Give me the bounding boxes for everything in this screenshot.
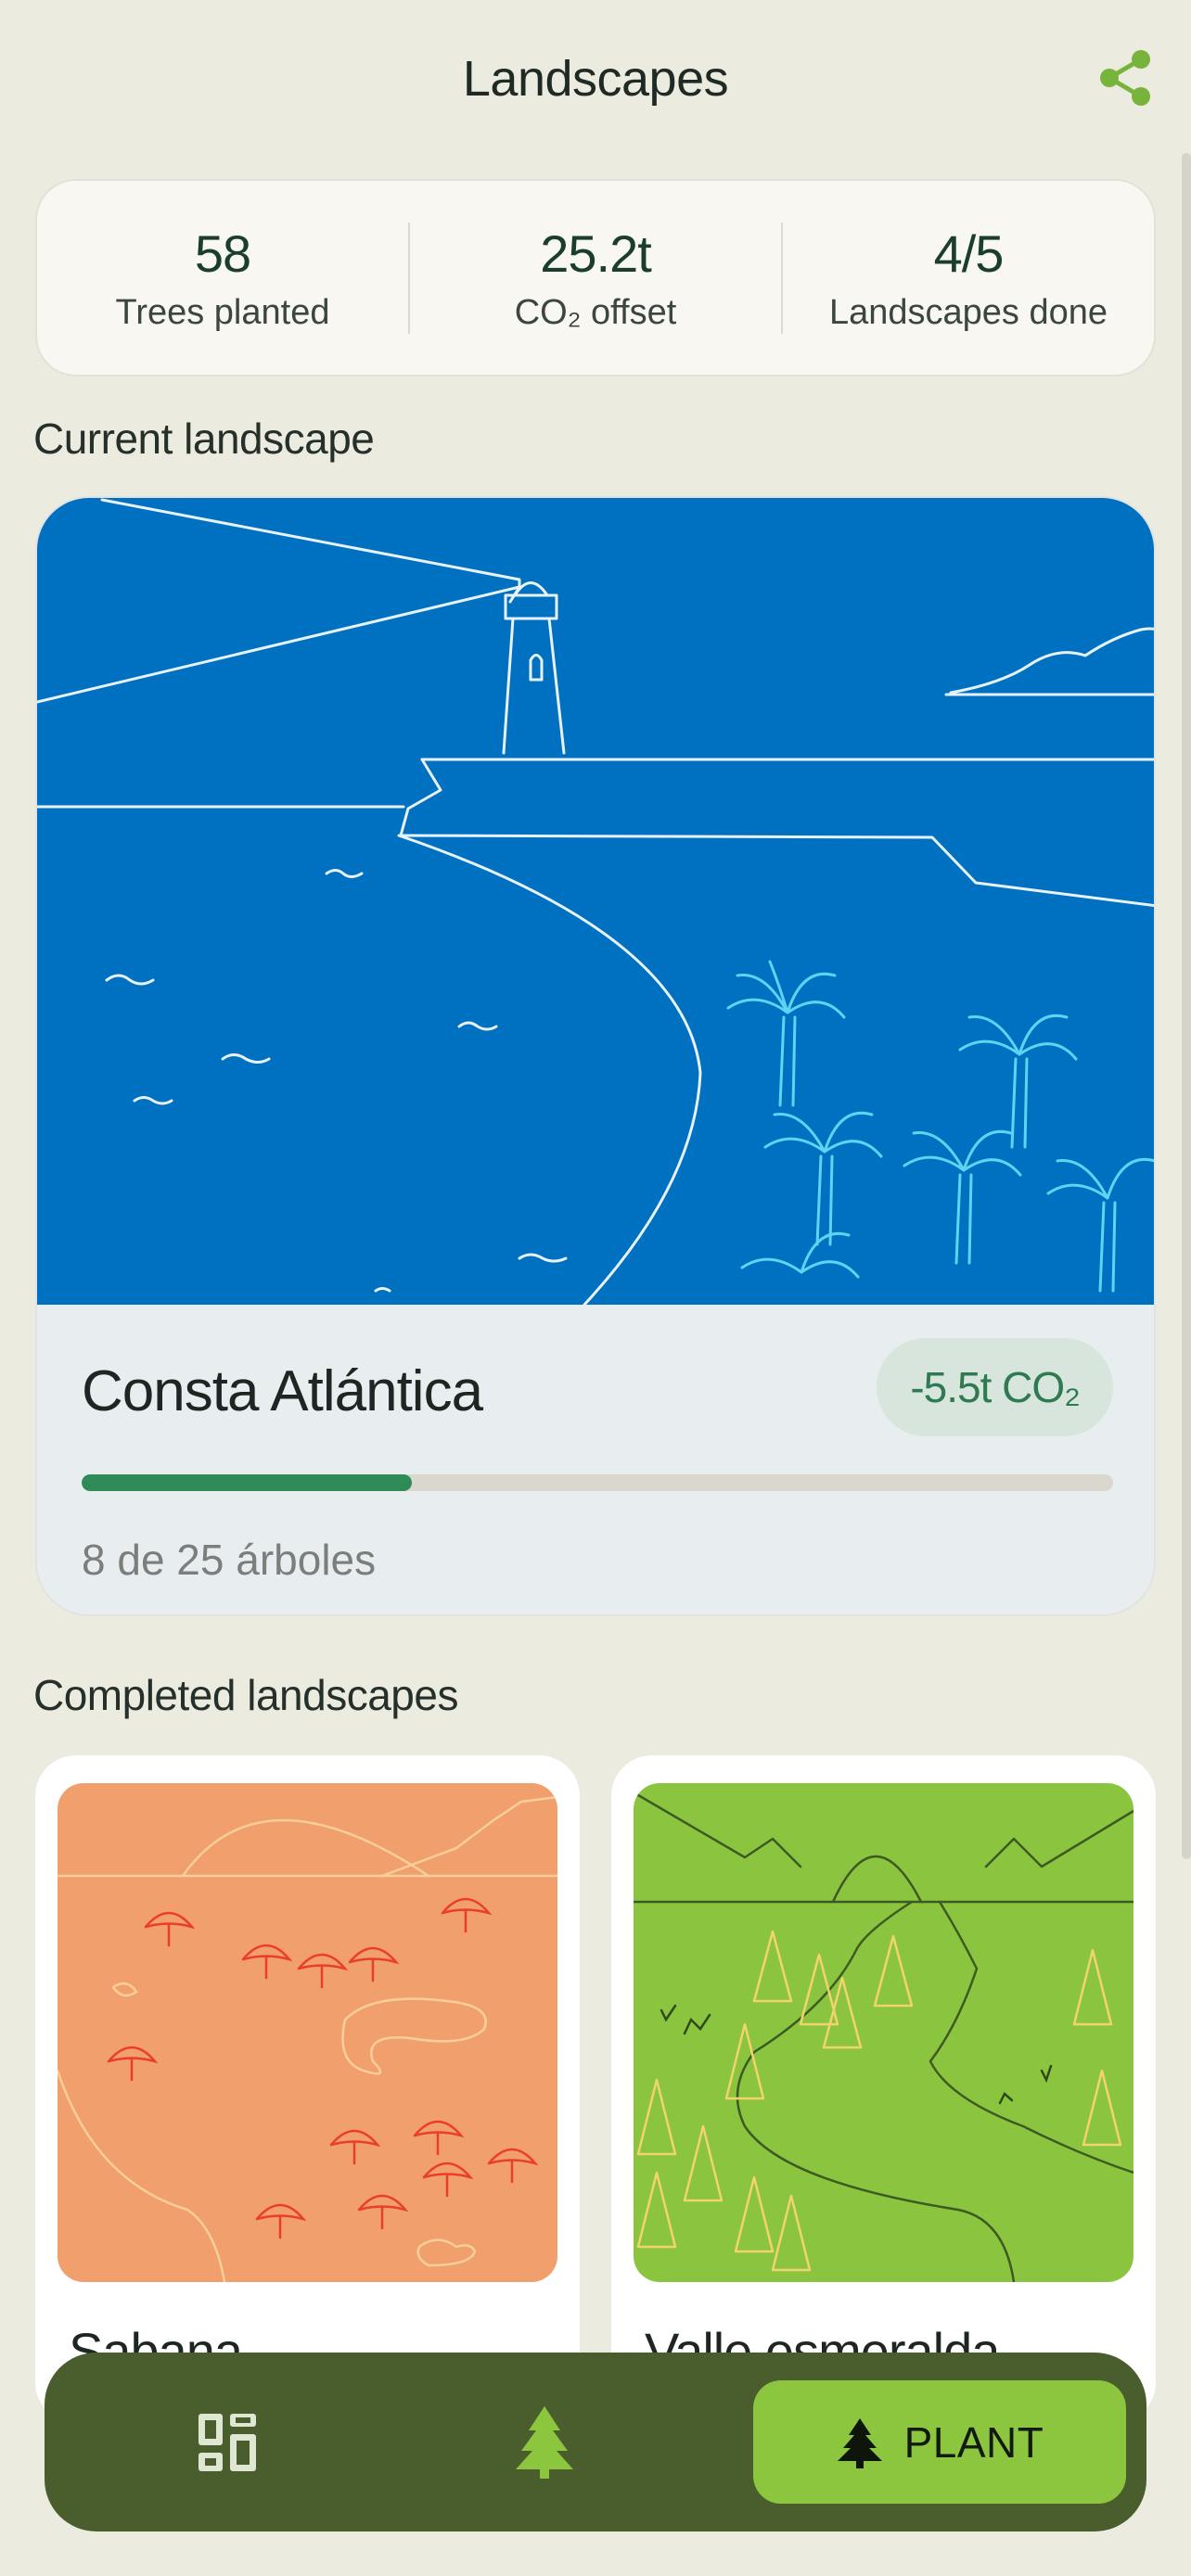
progress-fill: [82, 1474, 412, 1491]
current-landscape-info: Consta Atlántica -5.5t CO₂ 8 de 25 árbol…: [37, 1305, 1154, 1614]
app-header: Landscapes: [0, 0, 1191, 158]
stat-value: 25.2t: [540, 223, 652, 283]
landscape-name: Consta Atlántica: [82, 1359, 483, 1423]
current-landscape-card[interactable]: Consta Atlántica -5.5t CO₂ 8 de 25 árbol…: [35, 496, 1156, 1616]
bottom-nav: PLANT: [45, 2353, 1146, 2531]
scrollbar[interactable]: [1182, 153, 1191, 1859]
share-icon[interactable]: [1095, 46, 1158, 109]
plant-button[interactable]: PLANT: [753, 2380, 1126, 2504]
completed-card-valle-esmeralda[interactable]: Valle esmeralda: [611, 1755, 1156, 2423]
tree-icon: [837, 2417, 882, 2468]
stat-trees-planted: 58 Trees planted: [37, 181, 408, 375]
current-landscape-heading: Current landscape: [33, 414, 375, 463]
stat-value: 58: [194, 223, 251, 283]
stat-label: CO₂ offset: [514, 292, 677, 332]
lighthouse-coast-illustration: [37, 498, 1154, 1307]
stat-landscapes-done: 4/5 Landscapes done: [783, 181, 1154, 375]
stat-co2-offset: 25.2t CO₂ offset: [410, 181, 781, 375]
stat-label: Trees planted: [115, 292, 330, 332]
progress-bar: [82, 1474, 1113, 1491]
grid-icon[interactable]: [195, 2410, 260, 2475]
stats-card: 58 Trees planted 25.2t CO₂ offset 4/5 La…: [35, 179, 1156, 376]
savanna-illustration: [58, 1783, 557, 2282]
completed-card-sabana[interactable]: Sabana: [35, 1755, 580, 2423]
stat-value: 4/5: [933, 223, 1005, 283]
stat-label: Landscapes done: [828, 292, 1108, 332]
completed-landscapes-heading: Completed landscapes: [33, 1671, 458, 1719]
page-title: Landscapes: [462, 51, 729, 107]
emerald-valley-illustration: [634, 1783, 1133, 2282]
progress-text: 8 de 25 árboles: [82, 1536, 377, 1584]
co2-badge: -5.5t CO₂: [877, 1338, 1113, 1436]
tree-icon[interactable]: [512, 2404, 577, 2479]
plant-button-label: PLANT: [903, 2417, 1044, 2467]
